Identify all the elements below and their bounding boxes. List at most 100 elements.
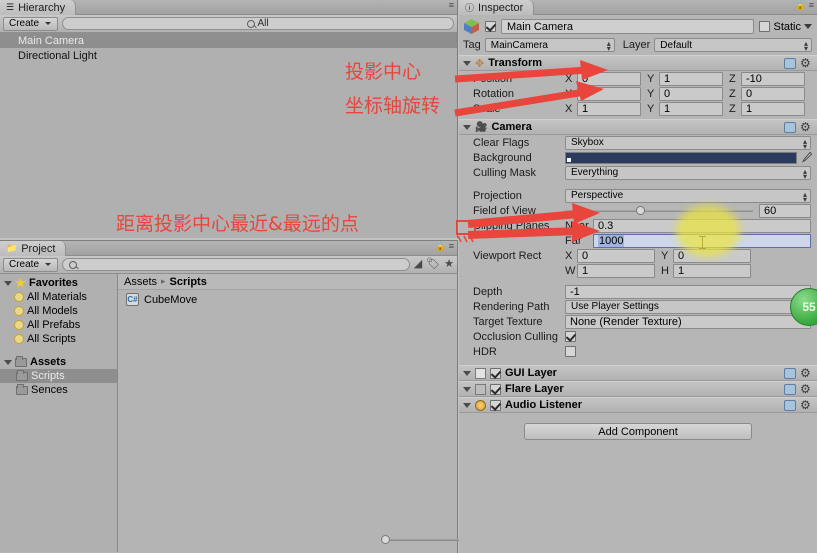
- chevron-down-icon[interactable]: [804, 24, 812, 29]
- tag-value: MainCamera: [490, 39, 548, 51]
- scale-z-input[interactable]: 1: [741, 101, 805, 116]
- chevron-down-icon: [45, 22, 52, 25]
- project-tree-assets[interactable]: Assets: [0, 355, 117, 369]
- chevron-down-icon[interactable]: [463, 370, 471, 376]
- fov-input[interactable]: 60: [759, 203, 811, 218]
- chevron-down-icon[interactable]: [463, 124, 471, 130]
- eyedropper-icon[interactable]: [799, 151, 813, 164]
- tag-dropdown[interactable]: MainCamera: [484, 38, 615, 52]
- inspector-menu-icon[interactable]: ≡: [809, 1, 814, 10]
- chevron-down-icon[interactable]: [463, 60, 471, 66]
- position-y-input[interactable]: 1: [659, 71, 723, 86]
- position-y-value: 1: [664, 72, 671, 85]
- reference-icon[interactable]: [784, 121, 796, 133]
- chevron-down-icon[interactable]: [463, 402, 471, 408]
- clear-flags-dropdown[interactable]: Skybox: [565, 135, 811, 150]
- fov-slider-knob[interactable]: [636, 205, 646, 215]
- asset-item-cubemove[interactable]: C# CubeMove: [118, 290, 457, 306]
- depth-input[interactable]: -1: [565, 284, 811, 299]
- project-menu-icon[interactable]: ≡: [449, 242, 454, 251]
- project-create-button[interactable]: Create: [3, 257, 59, 272]
- gui-layer-enabled-checkbox[interactable]: [490, 367, 501, 379]
- lock-icon[interactable]: 🔒: [435, 242, 446, 251]
- chevron-down-icon[interactable]: [4, 359, 12, 365]
- culling-mask-dropdown[interactable]: Everything: [565, 165, 811, 180]
- chevron-down-icon[interactable]: [463, 386, 471, 392]
- component-header-transform[interactable]: ✥ Transform: [459, 55, 817, 71]
- project-tree-favorites[interactable]: Favorites: [0, 276, 117, 290]
- object-enabled-checkbox[interactable]: [485, 21, 496, 32]
- hierarchy-menu-icon[interactable]: ≡: [449, 1, 454, 10]
- scale-y-input[interactable]: 1: [659, 101, 723, 116]
- search-circle-icon: [14, 292, 24, 302]
- filter-by-label-icon[interactable]: 🏷: [426, 259, 440, 270]
- annotation-note-3: 距离投影中心最近&最远的点: [116, 213, 359, 235]
- viewport-h-input[interactable]: 1: [673, 263, 751, 278]
- camera-spacer: [459, 180, 817, 188]
- breadcrumb-root[interactable]: Assets: [124, 276, 157, 288]
- component-header-actions: [784, 367, 817, 379]
- component-header-actions: [784, 121, 817, 133]
- component-header-camera[interactable]: 🎥 Camera: [459, 119, 817, 135]
- audio-listener-icon: [475, 399, 486, 411]
- chevron-down-icon[interactable]: [4, 280, 12, 286]
- zoom-slider-knob[interactable]: [381, 535, 390, 544]
- csharp-script-icon: C#: [126, 293, 139, 306]
- reference-icon[interactable]: [784, 399, 796, 411]
- hdr-checkbox[interactable]: [565, 346, 576, 357]
- rendering-path-dropdown[interactable]: Use Player Settings: [565, 299, 811, 314]
- project-tree-sences[interactable]: Sences: [0, 383, 117, 397]
- reference-icon[interactable]: [784, 367, 796, 379]
- reference-icon[interactable]: [784, 383, 796, 395]
- viewport-w-input[interactable]: 1: [577, 263, 655, 278]
- flare-layer-enabled-checkbox[interactable]: [490, 383, 501, 395]
- dropdown-arrow-icon: [803, 192, 807, 202]
- static-toggle[interactable]: Static: [759, 21, 814, 33]
- tab-project[interactable]: 📁 Project: [0, 241, 67, 256]
- background-row: Background: [459, 150, 817, 165]
- rotation-x-input[interactable]: 0: [577, 86, 641, 101]
- hierarchy-search-input[interactable]: All: [62, 17, 454, 30]
- gear-icon[interactable]: [800, 383, 812, 395]
- filter-by-type-icon[interactable]: ◢: [414, 259, 422, 270]
- position-x-input[interactable]: 0: [577, 71, 641, 86]
- position-z-input[interactable]: -10: [741, 71, 805, 86]
- project-tree-all-scripts[interactable]: All Scripts: [0, 332, 117, 346]
- hierarchy-create-button[interactable]: Create: [3, 16, 59, 31]
- background-color-swatch[interactable]: [565, 151, 797, 164]
- tab-inspector[interactable]: ⓘ Inspector: [459, 0, 535, 15]
- tab-hierarchy[interactable]: ☰ Hierarchy: [0, 0, 77, 15]
- gear-icon[interactable]: [800, 367, 812, 379]
- position-vector: X 0 Y 1 Z -10: [565, 71, 817, 86]
- gear-icon[interactable]: [800, 121, 812, 133]
- favorite-star-icon[interactable]: ★: [444, 259, 454, 270]
- rotation-y-input[interactable]: 0: [659, 86, 723, 101]
- project-search-input[interactable]: [62, 258, 410, 271]
- project-tree-all-prefabs[interactable]: All Prefabs: [0, 318, 117, 332]
- project-tree-scripts[interactable]: Scripts: [0, 369, 117, 383]
- occlusion-culling-checkbox[interactable]: [565, 331, 576, 342]
- target-texture-input[interactable]: None (Render Texture): [565, 314, 811, 329]
- viewport-x-input[interactable]: 0: [577, 248, 655, 263]
- gear-icon[interactable]: [800, 399, 812, 411]
- project-tree-all-materials[interactable]: All Materials: [0, 290, 117, 304]
- layer-dropdown[interactable]: Default: [654, 38, 812, 52]
- gear-icon[interactable]: [800, 57, 812, 69]
- lock-icon[interactable]: 🔒: [795, 1, 806, 10]
- project-tabbar: 📁 Project 🔒 ≡: [0, 241, 457, 256]
- add-component-button[interactable]: Add Component: [524, 423, 752, 440]
- object-name-field[interactable]: Main Camera: [501, 19, 755, 34]
- component-header-flare-layer[interactable]: Flare Layer: [459, 381, 817, 397]
- static-checkbox[interactable]: [759, 21, 771, 32]
- component-header-audio-listener[interactable]: Audio Listener: [459, 397, 817, 413]
- scale-x-input[interactable]: 1: [577, 101, 641, 116]
- project-tree-all-models[interactable]: All Models: [0, 304, 117, 318]
- axis-y-label: Y: [647, 72, 655, 85]
- hierarchy-item-main-camera[interactable]: Main Camera: [0, 33, 457, 48]
- projection-dropdown[interactable]: Perspective: [565, 188, 811, 203]
- reference-icon[interactable]: [784, 57, 796, 69]
- rotation-z-input[interactable]: 0: [741, 86, 805, 101]
- audio-listener-enabled-checkbox[interactable]: [490, 399, 501, 411]
- component-header-gui-layer[interactable]: GUI Layer: [459, 365, 817, 381]
